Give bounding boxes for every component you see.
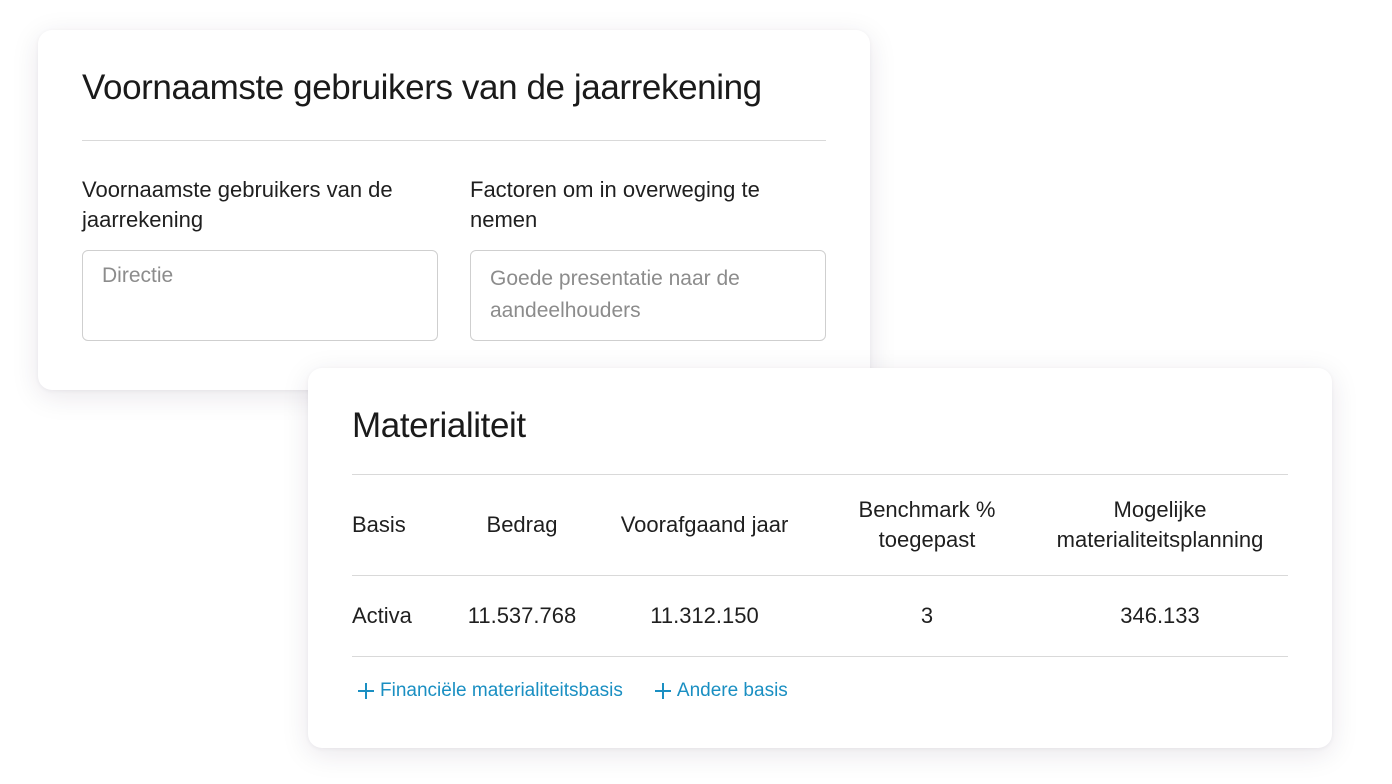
column-header-possible-planning: Mogelijke materialiteitsplanning bbox=[1032, 475, 1288, 575]
plus-icon bbox=[654, 683, 671, 699]
materiality-table: Basis Bedrag Voorafgaand jaar Benchmark … bbox=[352, 474, 1288, 657]
column-header-benchmark-text: Benchmark % toegepast bbox=[858, 497, 996, 552]
column-header-amount: Bedrag bbox=[486, 512, 558, 537]
add-financial-basis-label: Financiële materialiteitsbasis bbox=[380, 680, 623, 701]
materiality-card-title: Materialiteit bbox=[352, 406, 526, 445]
users-field-label: Voornaamste gebruikers van de jaarrekeni… bbox=[82, 177, 393, 232]
users-card-divider bbox=[82, 140, 826, 141]
column-header-basis: Basis bbox=[352, 512, 406, 537]
users-card-title: Voornaamste gebruikers van de jaarrekeni… bbox=[82, 68, 762, 107]
column-header-previous-year: Voorafgaand jaar bbox=[620, 512, 789, 537]
column-header-benchmark: Benchmark % toegepast bbox=[832, 475, 1022, 575]
add-other-basis-link[interactable]: Andere basis bbox=[654, 680, 788, 702]
add-financial-basis-link[interactable]: Financiële materialiteitsbasis bbox=[358, 680, 623, 702]
cell-previous-year: 11.312.150 bbox=[650, 603, 759, 628]
factors-input[interactable] bbox=[470, 250, 826, 341]
add-basis-actions: Financiële materialiteitsbasis Andere ba… bbox=[358, 680, 788, 702]
column-header-possible-planning-text: Mogelijke materialiteitsplanning bbox=[1056, 497, 1264, 552]
cell-benchmark: 3 bbox=[920, 603, 934, 628]
cell-possible-planning: 346.133 bbox=[1120, 603, 1200, 628]
table-row: Activa 11.537.768 11.312.150 3 346.133 bbox=[352, 575, 1288, 657]
users-input[interactable] bbox=[82, 250, 438, 341]
materiality-card: Materialiteit Basis Bedrag Voorafgaand j… bbox=[308, 368, 1332, 748]
plus-icon bbox=[358, 683, 374, 699]
factors-field-label: Factoren om in overweging te nemen bbox=[470, 177, 760, 232]
table-header-row: Basis Bedrag Voorafgaand jaar Benchmark … bbox=[352, 474, 1288, 575]
cell-amount: 11.537.768 bbox=[467, 603, 577, 628]
users-card: Voornaamste gebruikers van de jaarrekeni… bbox=[38, 30, 870, 390]
cell-basis: Activa bbox=[352, 603, 412, 628]
add-other-basis-label: Andere basis bbox=[676, 680, 788, 701]
